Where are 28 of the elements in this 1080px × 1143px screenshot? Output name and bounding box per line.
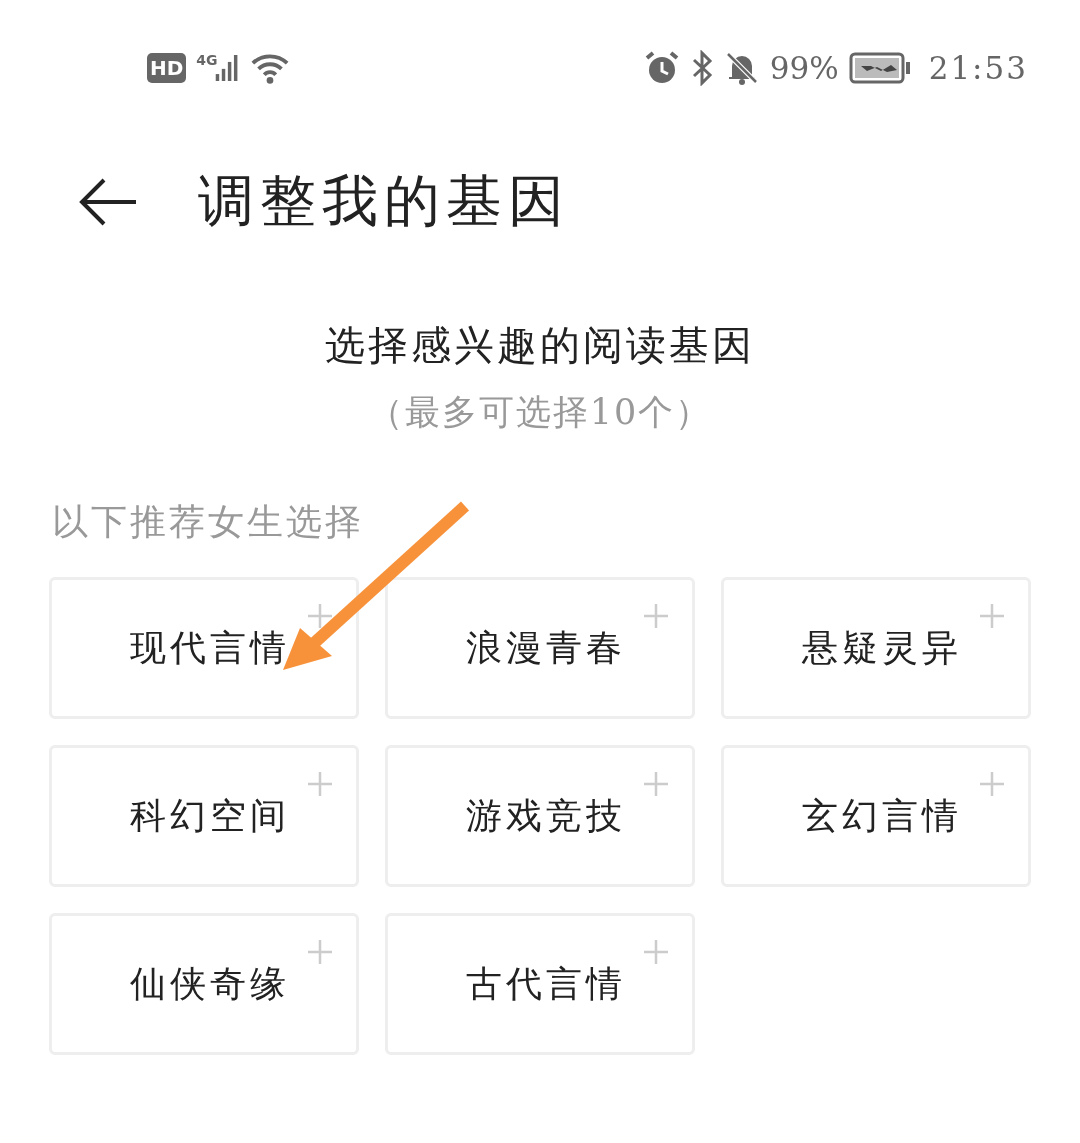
- add-icon: [980, 772, 1004, 796]
- clock-time: 21:53: [928, 50, 1028, 86]
- selection-limit-hint: （最多可选择10个）: [366, 391, 714, 434]
- add-icon: [980, 604, 1004, 628]
- add-icon: [308, 940, 332, 964]
- battery-percentage: 99%: [769, 50, 839, 86]
- wifi-icon: [249, 51, 290, 85]
- back-arrow-icon[interactable]: [78, 177, 138, 227]
- genre-option[interactable]: 浪漫青春: [385, 577, 695, 719]
- section-heading: 选择感兴趣的阅读基因: [324, 321, 756, 370]
- battery-charging-icon: [848, 52, 911, 84]
- page-title: 调整我的基因: [198, 167, 570, 235]
- genre-option[interactable]: 游戏竞技: [385, 745, 695, 887]
- genre-option[interactable]: 玄幻言情: [721, 745, 1031, 887]
- alarm-icon: [643, 50, 680, 86]
- add-icon: [644, 940, 668, 964]
- add-icon: [644, 604, 668, 628]
- add-icon: [308, 772, 332, 796]
- hd-badge: HD: [147, 53, 187, 83]
- network-type-label: 4G: [196, 52, 218, 68]
- recommendation-label: 以下推荐女生选择: [52, 500, 365, 544]
- genre-option[interactable]: 仙侠奇缘: [49, 913, 359, 1055]
- genre-option[interactable]: 悬疑灵异: [721, 577, 1031, 719]
- add-icon: [644, 772, 668, 796]
- add-icon: [308, 604, 332, 628]
- genre-option[interactable]: 科幻空间: [49, 745, 359, 887]
- genre-option[interactable]: 古代言情: [385, 913, 695, 1055]
- genre-option[interactable]: 现代言情: [49, 577, 359, 719]
